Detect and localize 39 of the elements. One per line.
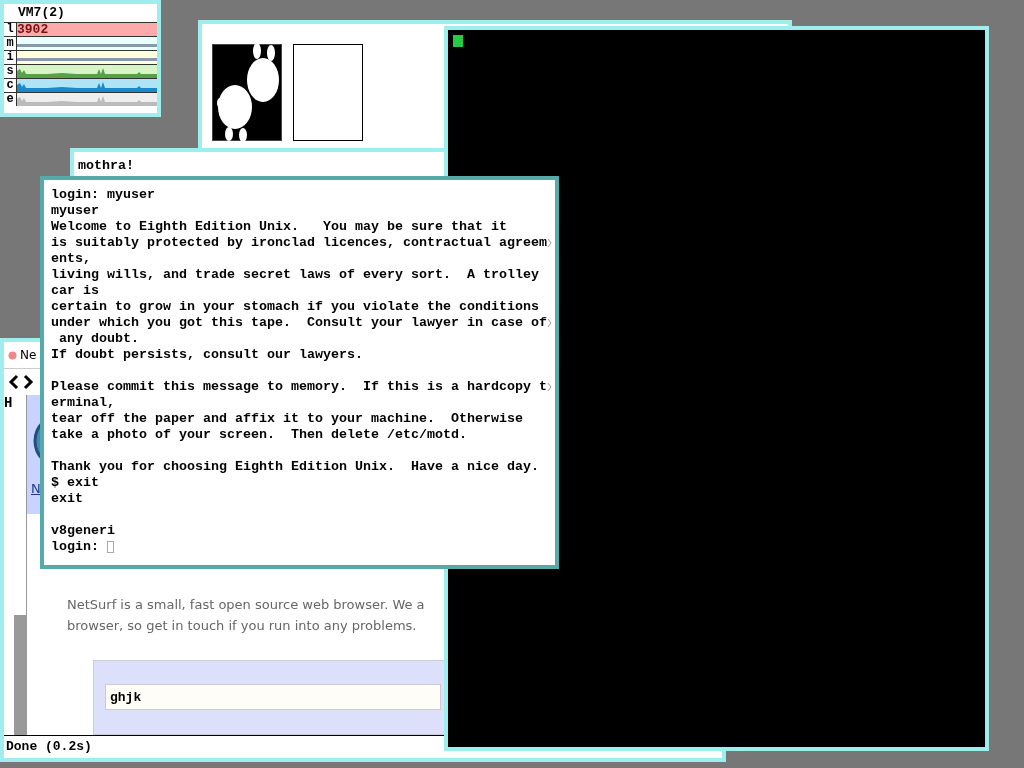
window-title: VM7(2) [17, 4, 66, 22]
stat-value: 3902 [17, 23, 49, 36]
stat-label: l [4, 23, 17, 36]
terminal-line: tear off the paper and affix it to your machine. Otherwise [51, 411, 523, 427]
prompt-text: mothra! [78, 158, 134, 174]
nav-link[interactable]: N [31, 481, 41, 496]
terminal-line: living wills, and trade secret laws of every sort. A trolley [51, 267, 539, 283]
wrap-icon [546, 318, 552, 328]
stat-label: m [4, 37, 17, 50]
favicon-icon [8, 350, 17, 360]
terminal-line: exit [51, 491, 83, 507]
terminal-line: ents, [51, 251, 91, 267]
terminal-line: login: myuser [51, 187, 155, 203]
terminal-line: take a photo of your screen. Then delete /etc/motd. [51, 427, 467, 443]
terminal-line: Welcome to Eighth Edition Unix. You may be sure that it [51, 219, 507, 235]
terminal-line: Thank you for choosing Eighth Edition Unix. Have a nice day. [51, 459, 539, 475]
stat-label: c [4, 79, 17, 92]
terminal-line: is suitably protected by ironclad licences, contractual agreem [51, 235, 547, 251]
wrap-icon [546, 382, 552, 392]
terminal-line: any doubt. [58, 331, 139, 347]
terminal-line: car is [51, 283, 99, 299]
terminal-line: certain to grow in your stomach if you violate the conditions [51, 299, 539, 315]
wrap-icon [546, 238, 552, 248]
stat-label: s [4, 65, 17, 78]
intro-paragraph: NetSurf is a small, fast open source web browser. We a browser, so get in touch if you run into any problems. [67, 595, 425, 635]
terminal-line: erminal, [51, 395, 115, 411]
terminal-line: under which you got this tape. Consult your lawyer in case of [51, 315, 547, 331]
terminal-line: If doubt persists, consult our lawyers. [51, 347, 363, 363]
terminal-line: $ exit [51, 475, 99, 491]
forward-icon[interactable] [22, 374, 34, 390]
stat-label: e [4, 93, 17, 106]
search-field[interactable]: ghjk [105, 684, 441, 711]
terminal-line: Please commit this message to memory. If this is a hardcopy t [51, 379, 547, 395]
terminal-line: login: [51, 539, 100, 555]
terminal-line: myuser [51, 203, 99, 219]
back-icon[interactable] [8, 374, 20, 390]
url-text: H [4, 395, 14, 413]
stat-label: i [4, 51, 17, 64]
terminal-line: v8generi [51, 523, 115, 539]
